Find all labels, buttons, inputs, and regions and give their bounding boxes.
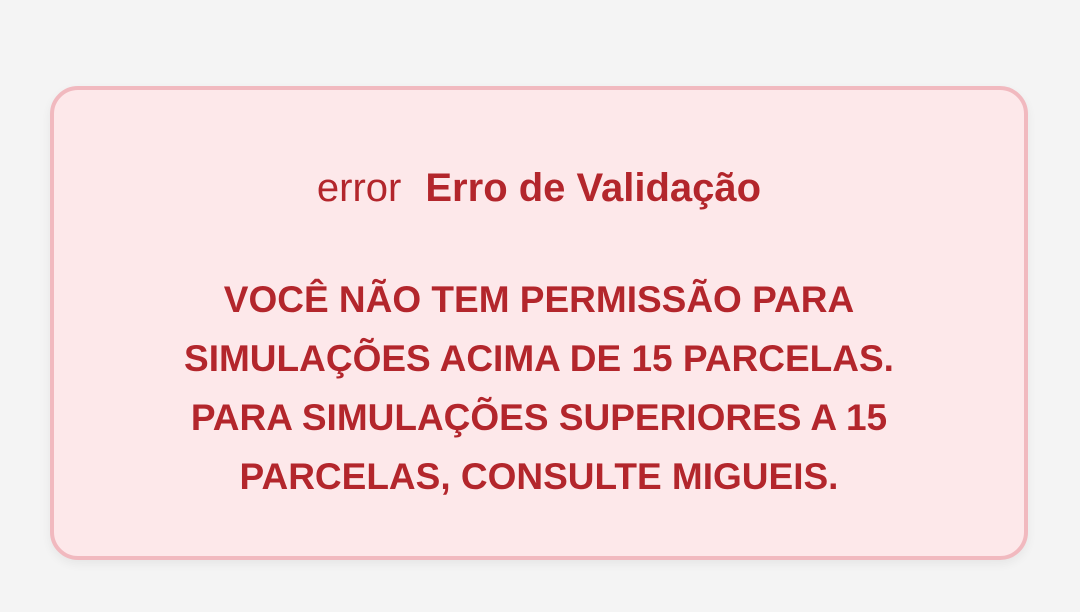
alert-message: VOCÊ NÃO TEM PERMISSÃO PARA SIMULAÇÕES A… [114,270,964,506]
alert-message-line: PARCELAS, CONSULTE MIGUEIS. [239,456,839,497]
alert-message-line: PARA SIMULAÇÕES SUPERIORES A 15 [190,397,888,438]
error-icon: error [316,166,402,210]
error-alert: error Erro de Validação VOCÊ NÃO TEM PERM… [50,86,1028,560]
alert-header: error Erro de Validação [54,166,1024,211]
alert-message-line: VOCÊ NÃO TEM PERMISSÃO PARA [223,279,855,320]
alert-title: Erro de Validação [425,166,762,210]
alert-message-line: SIMULAÇÕES ACIMA DE 15 PARCELAS. [184,338,894,379]
